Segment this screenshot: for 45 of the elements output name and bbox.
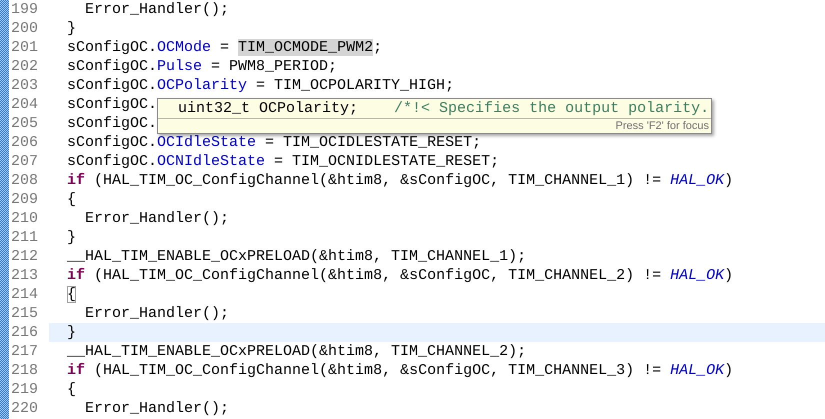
line-number: 206 <box>10 134 40 151</box>
line-number: 208 <box>10 172 40 189</box>
line-number: 213 <box>10 267 40 284</box>
line-number: 209 <box>10 191 40 208</box>
code-line: if (HAL_TIM_OC_ConfigChannel(&htim8, &sConfigOC, TIM_CHANNEL_1) != HAL_OK) <box>66 171 734 190</box>
code-line: sConfigOC.OCNIdleState = TIM_OCNIDLESTATE_RESET; <box>66 152 500 171</box>
code-line: Error_Handler(); <box>84 209 230 228</box>
code-line: sConfigOC.OCIdleState = TIM_OCIDLESTATE_RESET; <box>66 133 482 152</box>
tooltip-declaration: uint32_t OCPolarity; /*!< Specifies the output polarity. <box>158 99 711 119</box>
line-number: 205 <box>10 115 40 132</box>
focus-hint: Press 'F2' for focus <box>616 119 710 133</box>
line-number: 203 <box>10 77 40 94</box>
code-line: { <box>66 285 76 304</box>
code-line: Error_Handler(); <box>84 304 230 323</box>
line-number: 218 <box>10 362 40 379</box>
line-number: 204 <box>10 96 40 113</box>
code-line: sConfigOC. <box>66 114 158 133</box>
code-line: if (HAL_TIM_OC_ConfigChannel(&htim8, &sConfigOC, TIM_CHANNEL_3) != HAL_OK) <box>66 361 734 380</box>
code-line: } <box>66 19 76 38</box>
code-line: sConfigOC.OCPolarity = TIM_OCPOLARITY_HIGH; <box>66 76 454 95</box>
line-number: 217 <box>10 343 40 360</box>
code-line: sConfigOC. <box>66 95 158 114</box>
code-line: if (HAL_TIM_OC_ConfigChannel(&htim8, &sConfigOC, TIM_CHANNEL_2) != HAL_OK) <box>66 266 734 285</box>
line-number: 215 <box>10 305 40 322</box>
line-number: 202 <box>10 58 40 75</box>
line-number: 219 <box>10 381 40 398</box>
code-line: sConfigOC.Pulse = PWM8_PERIOD; <box>66 57 338 76</box>
line-number: 214 <box>10 286 40 303</box>
code-line: sConfigOC.OCMode = TIM_OCMODE_PWM2; <box>66 38 382 57</box>
code-line: __HAL_TIM_ENABLE_OCxPRELOAD(&htim8, TIM_CHANNEL_1); <box>66 247 526 266</box>
code-line: } <box>66 228 76 247</box>
line-number: 220 <box>10 400 40 417</box>
line-number: 216 <box>10 324 40 341</box>
line-number: 207 <box>10 153 40 170</box>
line-number: 212 <box>10 248 40 265</box>
line-number: 210 <box>10 210 40 227</box>
code-line: { <box>66 190 76 209</box>
line-number: 201 <box>10 39 40 56</box>
line-number: 199 <box>10 1 40 18</box>
code-line: { <box>66 380 76 399</box>
line-number: 200 <box>10 20 40 37</box>
code-line: __HAL_TIM_ENABLE_OCxPRELOAD(&htim8, TIM_CHANNEL_2); <box>66 342 526 361</box>
code-line: Error_Handler(); <box>84 399 230 418</box>
line-number: 211 <box>10 229 40 246</box>
code-line: Error_Handler(); <box>84 0 230 19</box>
